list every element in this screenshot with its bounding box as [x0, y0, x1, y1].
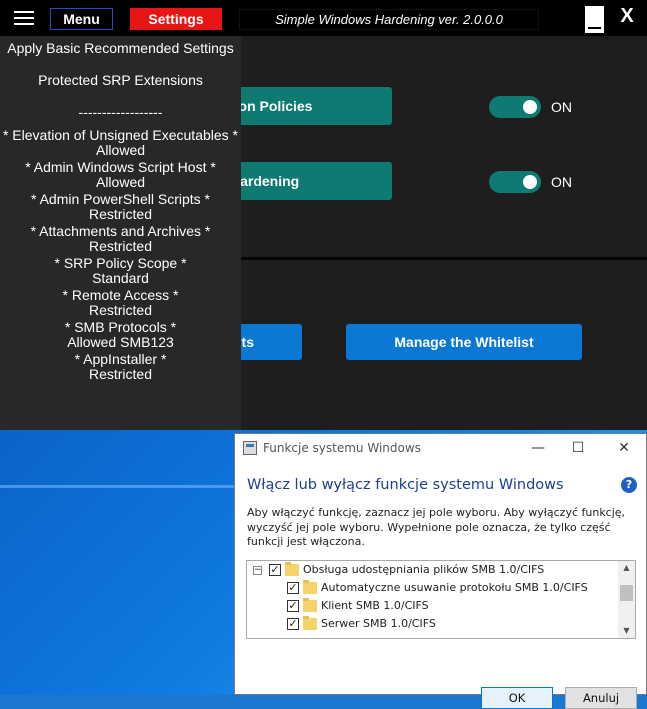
execution-policies-toggle[interactable]: [489, 96, 541, 118]
manage-whitelist-button[interactable]: Manage the Whitelist: [346, 324, 582, 360]
menu-setting-title[interactable]: * AppInstaller *: [0, 351, 241, 367]
windows-features-icon: [243, 441, 257, 455]
ok-button[interactable]: OK: [481, 687, 553, 709]
hamburger-menu-icon[interactable]: [14, 11, 34, 25]
tree-item-label: Obsługa udostępniania plików SMB 1.0/CIF…: [303, 563, 545, 576]
hardening-toggle[interactable]: [489, 171, 541, 193]
menu-setting-value: Restricted: [88, 206, 153, 222]
tree-item-smb1-client[interactable]: ✓ Klient SMB 1.0/CIFS: [247, 597, 619, 615]
dialog-title: Funkcje systemu Windows: [263, 441, 421, 455]
menu-setting-value: Allowed SMB123: [67, 334, 174, 350]
tree-item-label: Klient SMB 1.0/CIFS: [321, 599, 429, 612]
close-button[interactable]: X: [617, 6, 637, 28]
toggle-state-label: ON: [551, 174, 572, 190]
apply-basic-settings-item[interactable]: Apply Basic Recommended Settings: [0, 40, 241, 56]
folder-icon: [303, 598, 317, 612]
menu-setting-title[interactable]: * Elevation of Unsigned Executables *: [0, 127, 241, 143]
tree-item-smb1-support[interactable]: − ✓ Obsługa udostępniania plików SMB 1.0…: [247, 561, 619, 579]
menu-setting-title[interactable]: * SRP Policy Scope *: [0, 255, 241, 271]
hardening-app-window: Menu Settings Simple Windows Hardening v…: [0, 0, 647, 430]
folder-icon: [303, 616, 317, 630]
help-icon[interactable]: ?: [621, 477, 637, 493]
dialog-maximize-button[interactable]: ☐: [563, 438, 593, 458]
menu-setting-value: Allowed: [95, 142, 146, 158]
dialog-description: Aby włączyć funkcję, zaznacz jej pole wy…: [247, 506, 626, 548]
menu-setting-title[interactable]: * Attachments and Archives *: [0, 223, 241, 239]
features-tree: − ✓ Obsługa udostępniania plików SMB 1.0…: [246, 560, 636, 639]
dialog-body: Włącz lub wyłącz funkcje systemu Windows…: [235, 463, 646, 709]
checkbox-checked[interactable]: ✓: [287, 618, 299, 630]
scrollbar-thumb[interactable]: [620, 585, 633, 601]
tree-item-label: Automatyczne usuwanie protokołu SMB 1.0/…: [321, 581, 588, 594]
menu-separator: ------------------: [78, 104, 163, 120]
settings-button[interactable]: Settings: [130, 8, 222, 30]
cancel-button[interactable]: Anuluj: [565, 687, 637, 709]
menu-setting-value: Restricted: [88, 302, 153, 318]
tree-scrollbar[interactable]: ▲ ▼: [618, 561, 635, 638]
menu-setting-title[interactable]: * Admin PowerShell Scripts *: [0, 191, 241, 207]
dialog-minimize-button[interactable]: —: [523, 438, 553, 458]
app-title: Simple Windows Hardening ver. 2.0.0.0: [239, 9, 539, 30]
section-divider: [241, 257, 647, 260]
checkbox-checked[interactable]: ✓: [287, 582, 299, 594]
wallpaper-light-streak: [0, 485, 235, 488]
app-titlebar: Menu Settings Simple Windows Hardening v…: [0, 0, 647, 36]
menu-setting-value: Restricted: [88, 366, 153, 382]
menu-setting-value: Standard: [92, 270, 149, 286]
menu-setting-title[interactable]: * Admin Windows Script Host *: [0, 159, 241, 175]
tree-item-smb1-auto-removal[interactable]: ✓ Automatyczne usuwanie protokołu SMB 1.…: [247, 579, 619, 597]
dialog-titlebar: Funkcje systemu Windows — ☐ ✕: [235, 434, 646, 463]
folder-icon: [285, 562, 299, 576]
scroll-up-icon[interactable]: ▲: [618, 561, 635, 575]
menu-setting-value: Restricted: [88, 238, 153, 254]
menu-setting-title[interactable]: * SMB Protocols *: [0, 319, 241, 335]
minimize-icon[interactable]: [585, 6, 604, 33]
dialog-heading: Włącz lub wyłącz funkcje systemu Windows: [247, 477, 564, 493]
menu-setting-title[interactable]: * Remote Access *: [0, 287, 241, 303]
toggle-state-label: ON: [551, 99, 572, 115]
menu-setting-value: Allowed: [95, 174, 146, 190]
scroll-down-icon[interactable]: ▼: [618, 624, 635, 638]
side-menu: Apply Basic Recommended Settings Protect…: [0, 36, 241, 430]
dialog-close-button[interactable]: ✕: [609, 438, 639, 458]
tree-item-label: Serwer SMB 1.0/CIFS: [321, 617, 436, 630]
checkbox-checked[interactable]: ✓: [269, 564, 281, 576]
folder-icon: [303, 580, 317, 594]
checkbox-checked[interactable]: ✓: [287, 600, 299, 612]
menu-button[interactable]: Menu: [50, 8, 113, 30]
tree-item-smb1-server[interactable]: ✓ Serwer SMB 1.0/CIFS: [247, 615, 619, 633]
collapse-icon[interactable]: −: [253, 566, 262, 575]
windows-features-dialog: Funkcje systemu Windows — ☐ ✕ Włącz lub …: [234, 433, 647, 709]
protected-srp-extensions-item[interactable]: Protected SRP Extensions: [0, 72, 241, 88]
